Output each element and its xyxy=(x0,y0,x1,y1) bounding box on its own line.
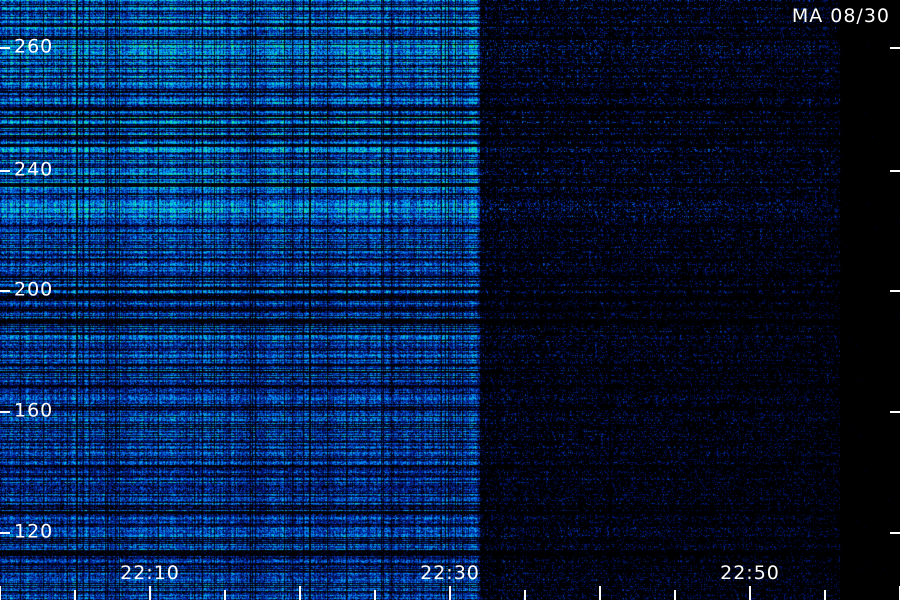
x-axis-label-2250: 22:50 xyxy=(720,562,780,584)
left-tick xyxy=(0,170,10,172)
left-tick xyxy=(0,47,10,49)
bottom-tick xyxy=(749,586,751,600)
bottom-tick xyxy=(524,590,526,600)
bottom-tick xyxy=(224,590,226,600)
bottom-tick xyxy=(299,586,301,600)
bottom-tick xyxy=(74,590,76,600)
left-tick xyxy=(0,532,10,534)
spectrogram-canvas xyxy=(0,0,900,600)
bottom-tick xyxy=(674,590,676,600)
bottom-tick xyxy=(449,586,451,600)
right-tick xyxy=(890,411,900,413)
x-axis-label-2230: 22:30 xyxy=(420,562,480,584)
bottom-tick xyxy=(149,586,151,600)
station-date-label: MA 08/30 xyxy=(791,5,890,27)
bottom-tick xyxy=(0,586,1,600)
x-axis-label-2210: 22:10 xyxy=(120,562,180,584)
y-axis-label-260: 260 xyxy=(14,35,54,58)
y-axis-label-200: 200 xyxy=(14,278,54,301)
right-tick xyxy=(890,47,900,49)
y-axis-label-160: 160 xyxy=(14,399,54,422)
bottom-tick xyxy=(599,586,601,600)
bottom-tick xyxy=(824,590,826,600)
right-tick xyxy=(890,532,900,534)
left-tick xyxy=(0,290,10,292)
right-tick xyxy=(890,290,900,292)
left-tick xyxy=(0,411,10,413)
right-tick xyxy=(890,170,900,172)
y-axis-label-240: 240 xyxy=(14,158,54,181)
y-axis-label-120: 120 xyxy=(14,520,54,543)
bottom-tick xyxy=(374,590,376,600)
